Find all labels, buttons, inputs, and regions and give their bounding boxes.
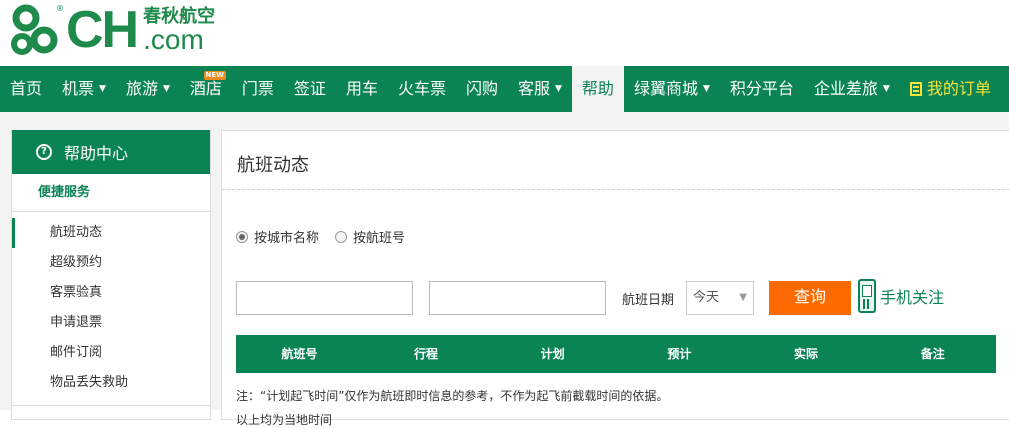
nav-item-points[interactable]: 积分平台 — [720, 66, 804, 112]
sidebar-section-title: 便捷服务 — [12, 174, 210, 212]
chevron-down-icon: ▼ — [739, 292, 747, 303]
departure-city-input[interactable] — [236, 281, 413, 315]
caret-down-icon: ▼ — [555, 84, 562, 94]
nav-label: 火车票 — [397, 79, 446, 98]
help-sidebar: ? 帮助中心 便捷服务 航班动态 超级预约 客票验真 申请退票 邮件订阅 物品丢… — [11, 130, 211, 420]
flight-date-label: 航班日期 — [622, 293, 675, 308]
radio-by-flight-number[interactable] — [335, 230, 348, 243]
nav-item-tickets[interactable]: 门票 — [232, 66, 284, 112]
caret-down-icon: ▼ — [702, 84, 710, 94]
schedule-disclaimer: 注：“计划起飞时间”仅作为航班即时信息的参考，不作为起飞前截载时间的依据。 — [236, 389, 669, 403]
nav-label: 帮助 — [581, 79, 614, 98]
sidebar-divider — [12, 405, 210, 406]
mobile-follow-label: 手机关注 — [880, 288, 945, 307]
radio-by-flight-number-label[interactable]: 按航班号 — [353, 227, 405, 246]
help-question-icon: ? — [36, 144, 52, 160]
nav-label: 企业差旅 — [813, 79, 878, 98]
mobile-follow-link[interactable]: 手机关注 — [858, 279, 944, 313]
orders-list-icon — [909, 82, 922, 96]
title-divider — [222, 189, 1009, 190]
logo-domain: .com — [143, 24, 204, 55]
registered-mark: ® — [56, 4, 64, 13]
flight-status-panel: 航班动态 按城市名称 按航班号 航班日期 今天 ▼ 查询 手机关注 航班号 行程… — [221, 130, 1009, 427]
spring-airlines-logo[interactable]: ® CH 春秋航空 .com — [8, 4, 215, 60]
nav-item-train[interactable]: 火车票 — [388, 66, 456, 112]
caret-down-icon: ▼ — [99, 84, 106, 94]
sidebar-header: ? 帮助中心 — [12, 130, 210, 174]
nav-item-my-orders[interactable]: 我的订单 — [900, 66, 1001, 112]
caret-down-icon: ▼ — [162, 84, 170, 94]
column-remarks: 备注 — [920, 347, 945, 361]
query-button[interactable]: 查询 — [769, 281, 851, 315]
nav-item-mall[interactable]: 绿翼商城 ▼ — [624, 66, 720, 112]
search-mode-radios: 按城市名称 按航班号 — [236, 227, 421, 246]
sidebar-item-lost-items[interactable]: 物品丢失救助 — [12, 368, 210, 398]
sidebar-item-ticket-verify[interactable]: 客票验真 — [12, 278, 210, 308]
nav-label: 客服 — [517, 79, 550, 98]
nav-item-home[interactable]: 首页 — [0, 66, 52, 112]
site-header: ® CH 春秋航空 .com — [0, 0, 1009, 66]
nav-label: 门票 — [241, 79, 274, 98]
main-nav: 首页 机票 ▼ 旅游 ▼ 酒店 NEW 门票 签证 用车 火车票 闪购 客服 ▼ 帮助 … — [0, 66, 1009, 112]
nav-label: 机票 — [62, 79, 95, 98]
nav-item-business-travel[interactable]: 企业差旅 ▼ — [804, 66, 900, 112]
nav-label: 旅游 — [125, 79, 158, 98]
nav-label: 闪购 — [465, 79, 498, 98]
column-flight-number: 航班号 — [281, 347, 318, 361]
page-title: 航班动态 — [237, 155, 309, 176]
column-scheduled: 计划 — [540, 347, 565, 361]
radio-by-city-label[interactable]: 按城市名称 — [254, 227, 319, 246]
page-body: ? 帮助中心 便捷服务 航班动态 超级预约 客票验真 申请退票 邮件订阅 物品丢… — [0, 112, 1009, 427]
new-badge: NEW — [203, 71, 226, 80]
sidebar-item-super-booking[interactable]: 超级预约 — [12, 248, 210, 278]
nav-item-service[interactable]: 客服 ▼ — [508, 66, 572, 112]
logo-letters: CH — [66, 1, 139, 59]
nav-item-flash-sale[interactable]: 闪购 — [456, 66, 508, 112]
nav-label: 我的订单 — [926, 79, 991, 98]
sidebar-list: 航班动态 超级预约 客票验真 申请退票 邮件订阅 物品丢失救助 — [12, 212, 210, 398]
nav-label: 签证 — [293, 79, 326, 98]
column-actual: 实际 — [794, 347, 819, 361]
sidebar-item-flight-status[interactable]: 航班动态 — [12, 218, 210, 248]
nav-item-car[interactable]: 用车 — [336, 66, 388, 112]
sidebar-title: 帮助中心 — [64, 144, 129, 163]
nav-item-travel[interactable]: 旅游 ▼ — [116, 66, 180, 112]
column-estimated: 预计 — [667, 347, 692, 361]
nav-item-hotel[interactable]: 酒店 NEW — [180, 66, 232, 112]
flight-date-select[interactable]: 今天 ▼ — [686, 281, 754, 315]
mobile-phone-icon — [858, 279, 876, 313]
arrival-city-input[interactable] — [429, 281, 606, 315]
nav-item-visa[interactable]: 签证 — [284, 66, 336, 112]
column-route: 行程 — [414, 347, 439, 361]
nav-label: 绿翼商城 — [633, 79, 698, 98]
radio-by-city[interactable] — [236, 230, 248, 243]
nav-label: 用车 — [345, 79, 378, 98]
nav-label: 积分平台 — [729, 79, 794, 98]
local-time-note: 以上均为当地时间 — [236, 413, 333, 427]
sidebar-item-email-subscribe[interactable]: 邮件订阅 — [12, 338, 210, 368]
nav-label: 首页 — [10, 79, 43, 98]
flight-table-header: 航班号 行程 计划 预计 实际 备注 — [236, 335, 996, 373]
nav-item-flights[interactable]: 机票 ▼ — [52, 66, 116, 112]
sidebar-item-refund[interactable]: 申请退票 — [12, 308, 210, 338]
flight-date-value: 今天 — [693, 290, 720, 305]
nav-item-help[interactable]: 帮助 — [571, 66, 624, 112]
caret-down-icon: ▼ — [882, 84, 890, 94]
